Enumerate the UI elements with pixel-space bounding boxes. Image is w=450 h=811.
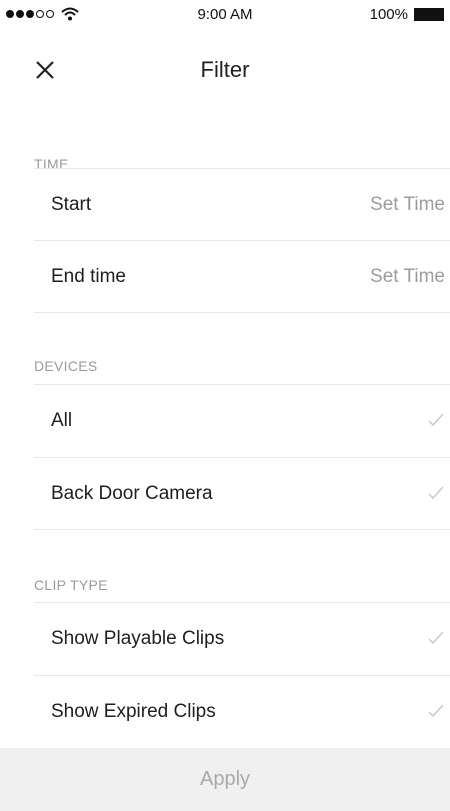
checkmark-icon	[428, 631, 444, 645]
checkmark-icon	[428, 413, 444, 427]
battery-percent: 100%	[369, 6, 408, 23]
divider	[34, 529, 450, 530]
section-header-clip-type: CLIP TYPE	[34, 577, 108, 593]
row-label: Start	[51, 194, 92, 215]
row-label: All	[51, 410, 73, 431]
row-label: Show Expired Clips	[51, 701, 216, 722]
battery-indicator: 100%	[370, 6, 444, 23]
checkmark-icon	[428, 486, 444, 500]
apply-button[interactable]: Apply	[0, 748, 450, 811]
device-row-all[interactable]: All	[34, 384, 450, 457]
set-time-value: Set Time	[370, 194, 445, 215]
checkmark-icon	[428, 704, 444, 718]
device-row-back-door-camera[interactable]: Back Door Camera	[34, 457, 450, 530]
set-time-value: Set Time	[370, 266, 445, 287]
section-header-devices: DEVICES	[34, 358, 98, 374]
apply-label: Apply	[199, 768, 251, 790]
status-bar: 9:00 AM 100%	[0, 0, 450, 30]
time-end-row[interactable]: End time Set Time	[34, 240, 450, 313]
row-label: Show Playable Clips	[51, 628, 225, 649]
page-title: Filter	[200, 57, 250, 82]
nav-bar: Filter	[0, 40, 450, 100]
time-start-row[interactable]: Start Set Time	[34, 168, 450, 241]
clip-row-expired[interactable]: Show Expired Clips	[34, 675, 450, 748]
clip-row-playable[interactable]: Show Playable Clips	[34, 602, 450, 675]
row-label: End time	[51, 266, 126, 287]
row-label: Back Door Camera	[51, 483, 213, 504]
battery-icon	[414, 8, 444, 21]
divider	[34, 312, 450, 313]
